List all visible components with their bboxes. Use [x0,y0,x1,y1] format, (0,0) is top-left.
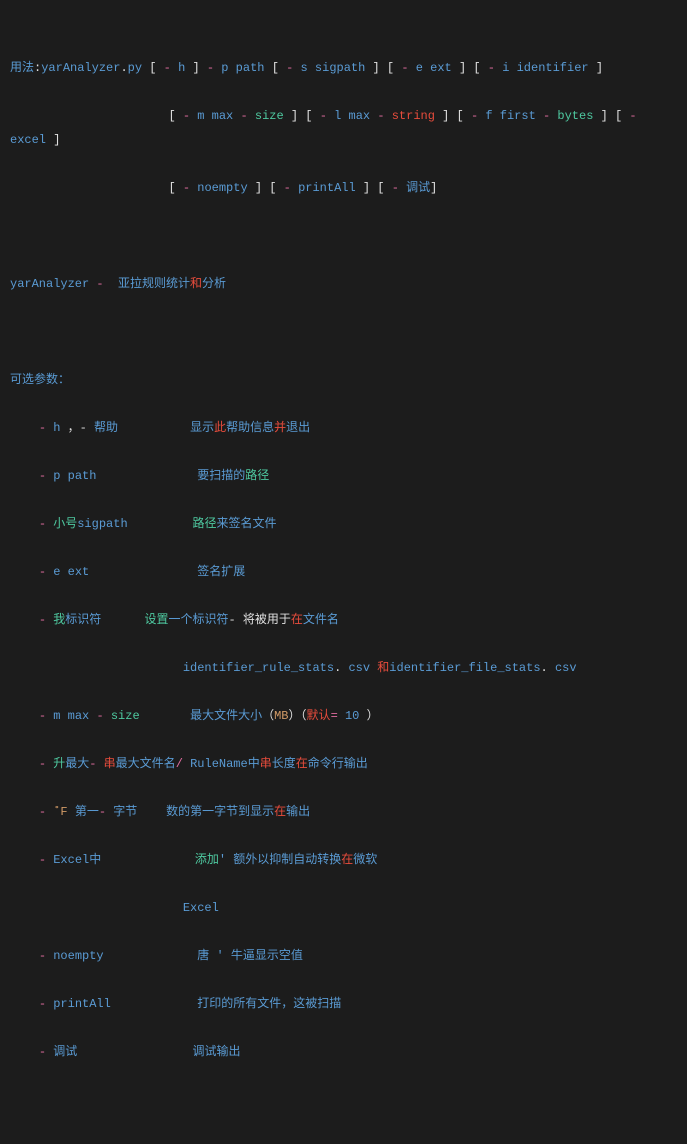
opt-h: - h ，- 帮助 显示此帮助信息并退出 [39,421,310,435]
opt-noempty: - noempty 唐 ' 牛逼显示空值 [39,949,303,963]
opt-m: - m max - size 最大文件大小（MB）（默认= 10 ） [39,709,379,723]
usage-line-1: 用法:yarAnalyzer.py [ - h ] - p path [ - s… [10,61,603,75]
opt-excel: - Excel中 添加' 额外以抑制自动转换在微软 [39,853,378,867]
opt-f: - ˚F 第一- 字节 数的第一字节到显示在输出 [39,805,310,819]
opt-debug: - 调试 调试输出 [39,1045,241,1059]
usage-line-3: [ - noempty ] [ - printAll ] [ - 调试] [10,181,437,195]
opt-printall: - printAll 打印的所有文件，这被扫描 [39,997,341,1011]
opt-e: - e ext 签名扩展 [39,565,245,579]
code-block: 用法:yarAnalyzer.py [ - h ] - p path [ - s… [10,56,677,1064]
opt-s: - 小号sigpath 路径来签名文件 [39,517,277,531]
description: yarAnalyzer - 亚拉规则统计和分析 [10,277,226,291]
options-header: 可选参数： [10,373,70,387]
usage-line-2: [ - m max - size ] [ - l max - string ] … [10,109,644,147]
opt-l: - 升最大- 串最大文件名/ RuleName中串长度在命令行输出 [39,757,368,771]
opt-p: - p path 要扫描的路径 [39,469,269,483]
opt-i: - 我标识符 设置一个标识符- 将被用于在文件名 [39,613,339,627]
